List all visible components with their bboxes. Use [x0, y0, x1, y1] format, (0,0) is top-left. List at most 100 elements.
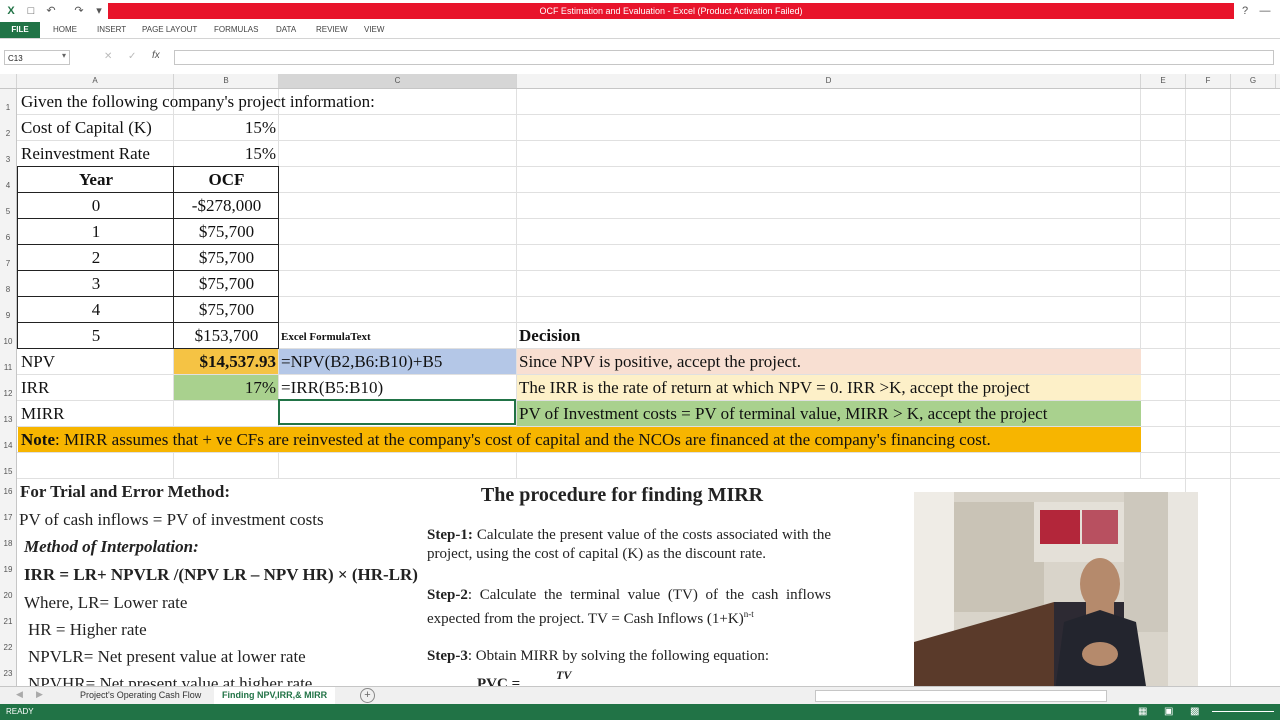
column-header-c[interactable]: C [279, 74, 517, 88]
row-header[interactable]: 17 [0, 505, 17, 531]
cell-c10[interactable]: Excel FormulaText [281, 325, 371, 350]
row-header[interactable]: 16 [0, 479, 17, 505]
cell-d12[interactable]: The IRR is the rate of return at which N… [519, 375, 1030, 400]
row-header[interactable]: 18 [0, 531, 17, 557]
cell-c12[interactable]: =IRR(B5:B10) [281, 375, 383, 400]
row-header[interactable]: 19 [0, 557, 17, 583]
cell-d10[interactable]: Decision [519, 323, 580, 348]
mirr-procedure-textbox[interactable]: The procedure for finding MIRR Step-1: C… [420, 480, 840, 686]
select-all-corner[interactable] [0, 74, 17, 88]
cell-c11[interactable]: =NPV(B2,B6:B10)+B5 [281, 349, 442, 374]
sheet-tab-operating-cash-flow[interactable]: Project's Operating Cash Flow [72, 687, 209, 704]
cell-b12-irr-value[interactable]: 17% [174, 375, 276, 400]
tab-file[interactable]: FILE [0, 22, 40, 38]
name-box[interactable]: C13 [4, 50, 70, 65]
cell-b8[interactable]: $75,700 [174, 271, 279, 296]
insert-function-icon[interactable]: fx [152, 50, 160, 61]
customize-toolbar-icon[interactable]: ▾ [92, 4, 106, 18]
scroll-tabs-right-icon[interactable]: ▶ [36, 689, 43, 700]
row-header[interactable]: 2 [0, 115, 17, 141]
column-header-f[interactable]: F [1186, 74, 1231, 88]
undo-icon[interactable]: ↶ [44, 4, 58, 18]
row-header[interactable]: 1 [0, 89, 17, 115]
new-sheet-plus-icon[interactable]: + [360, 688, 375, 703]
cell-b10[interactable]: $153,700 [174, 323, 279, 348]
column-header-b[interactable]: B [174, 74, 279, 88]
row-header[interactable]: 20 [0, 583, 17, 609]
row-header[interactable]: 23 [0, 661, 17, 686]
cell-a13[interactable]: MIRR [21, 401, 64, 426]
cell-a1[interactable]: Given the following company's project in… [21, 89, 375, 114]
cell-d11[interactable]: Since NPV is positive, accept the projec… [519, 349, 801, 374]
save-icon[interactable]: □ [24, 4, 38, 18]
cell-a3[interactable]: Reinvestment Rate [21, 141, 150, 166]
cancel-icon[interactable]: ✕ [104, 51, 112, 62]
row-header[interactable]: 13 [0, 401, 17, 427]
tab-page-layout[interactable]: PAGE LAYOUT [142, 22, 197, 38]
column-header-d[interactable]: D [517, 74, 1141, 88]
row-header[interactable]: 5 [0, 193, 17, 219]
cell-b11-npv-value[interactable]: $14,537.93 [174, 349, 277, 374]
cell-a9[interactable]: 4 [18, 297, 174, 322]
row-header[interactable]: 15 [0, 453, 17, 479]
column-header-g[interactable]: G [1231, 74, 1276, 88]
redo-icon[interactable]: ↷ [72, 4, 86, 18]
trial-error-textbox[interactable]: For Trial and Error Method: PV of cash i… [18, 480, 418, 686]
cell-a8[interactable]: 3 [18, 271, 174, 296]
cell-a5[interactable]: 0 [18, 193, 174, 218]
step-1: Step-1: Calculate the present value of t… [427, 526, 831, 564]
tab-data[interactable]: DATA [276, 22, 296, 38]
method-colon: : [193, 537, 199, 556]
cell-a6[interactable]: 1 [18, 219, 174, 244]
cell-a10[interactable]: 5 [18, 323, 174, 348]
page-break-view-icon[interactable]: ▩ [1190, 704, 1199, 720]
help-button[interactable]: ? [1238, 4, 1252, 18]
row-header[interactable]: 11 [0, 349, 17, 375]
zoom-slider[interactable] [1212, 711, 1274, 712]
cell-b3[interactable]: 15% [174, 141, 276, 166]
tab-home[interactable]: HOME [53, 22, 77, 38]
tab-review[interactable]: REVIEW [316, 22, 348, 38]
gridline [17, 452, 1280, 453]
tab-insert[interactable]: INSERT [97, 22, 126, 38]
row-header[interactable]: 21 [0, 609, 17, 635]
active-cell-c13[interactable] [278, 399, 516, 425]
name-box-dropdown-icon[interactable]: ▾ [62, 51, 66, 60]
gridline [1230, 89, 1231, 686]
cell-a12[interactable]: IRR [21, 375, 49, 400]
cell-a7[interactable]: 2 [18, 245, 174, 270]
minimize-icon[interactable]: — [1258, 4, 1272, 18]
row-header[interactable]: 6 [0, 219, 17, 245]
row-header[interactable]: 4 [0, 167, 17, 193]
row-header[interactable]: 14 [0, 427, 17, 453]
cell-a4-year-header[interactable]: Year [18, 167, 174, 192]
row-header[interactable]: 9 [0, 297, 17, 323]
cell-b2[interactable]: 15% [174, 115, 276, 140]
cell-a11[interactable]: NPV [21, 349, 55, 374]
cell-a2[interactable]: Cost of Capital (K) [21, 115, 152, 140]
cell-b5[interactable]: -$278,000 [174, 193, 279, 218]
row-header[interactable]: 3 [0, 141, 17, 167]
cell-d13[interactable]: PV of Investment costs = PV of terminal … [519, 401, 1047, 426]
row-header[interactable]: 12 [0, 375, 17, 401]
tab-view[interactable]: VIEW [364, 22, 384, 38]
tab-formulas[interactable]: FORMULAS [214, 22, 258, 38]
row-header[interactable]: 8 [0, 271, 17, 297]
cell-a14-note[interactable]: Note: MIRR assumes that + ve CFs are rei… [21, 427, 991, 452]
column-header-a[interactable]: A [17, 74, 174, 88]
row-header[interactable]: 7 [0, 245, 17, 271]
scroll-tabs-left-icon[interactable]: ◀ [16, 689, 23, 700]
horizontal-scrollbar[interactable] [815, 690, 1107, 702]
column-header-e[interactable]: E [1141, 74, 1186, 88]
normal-view-icon[interactable]: ▦ [1138, 704, 1147, 720]
cell-b4-ocf-header[interactable]: OCF [174, 167, 279, 192]
enter-icon[interactable]: ✓ [128, 51, 136, 62]
formula-input[interactable] [174, 50, 1274, 65]
cell-b6[interactable]: $75,700 [174, 219, 279, 244]
step-1-text: Calculate the present value of the costs… [427, 527, 831, 562]
page-layout-view-icon[interactable]: ▣ [1164, 704, 1173, 720]
row-header[interactable]: 10 [0, 323, 17, 349]
cell-b9[interactable]: $75,700 [174, 297, 279, 322]
cell-b7[interactable]: $75,700 [174, 245, 279, 270]
row-header[interactable]: 22 [0, 635, 17, 661]
